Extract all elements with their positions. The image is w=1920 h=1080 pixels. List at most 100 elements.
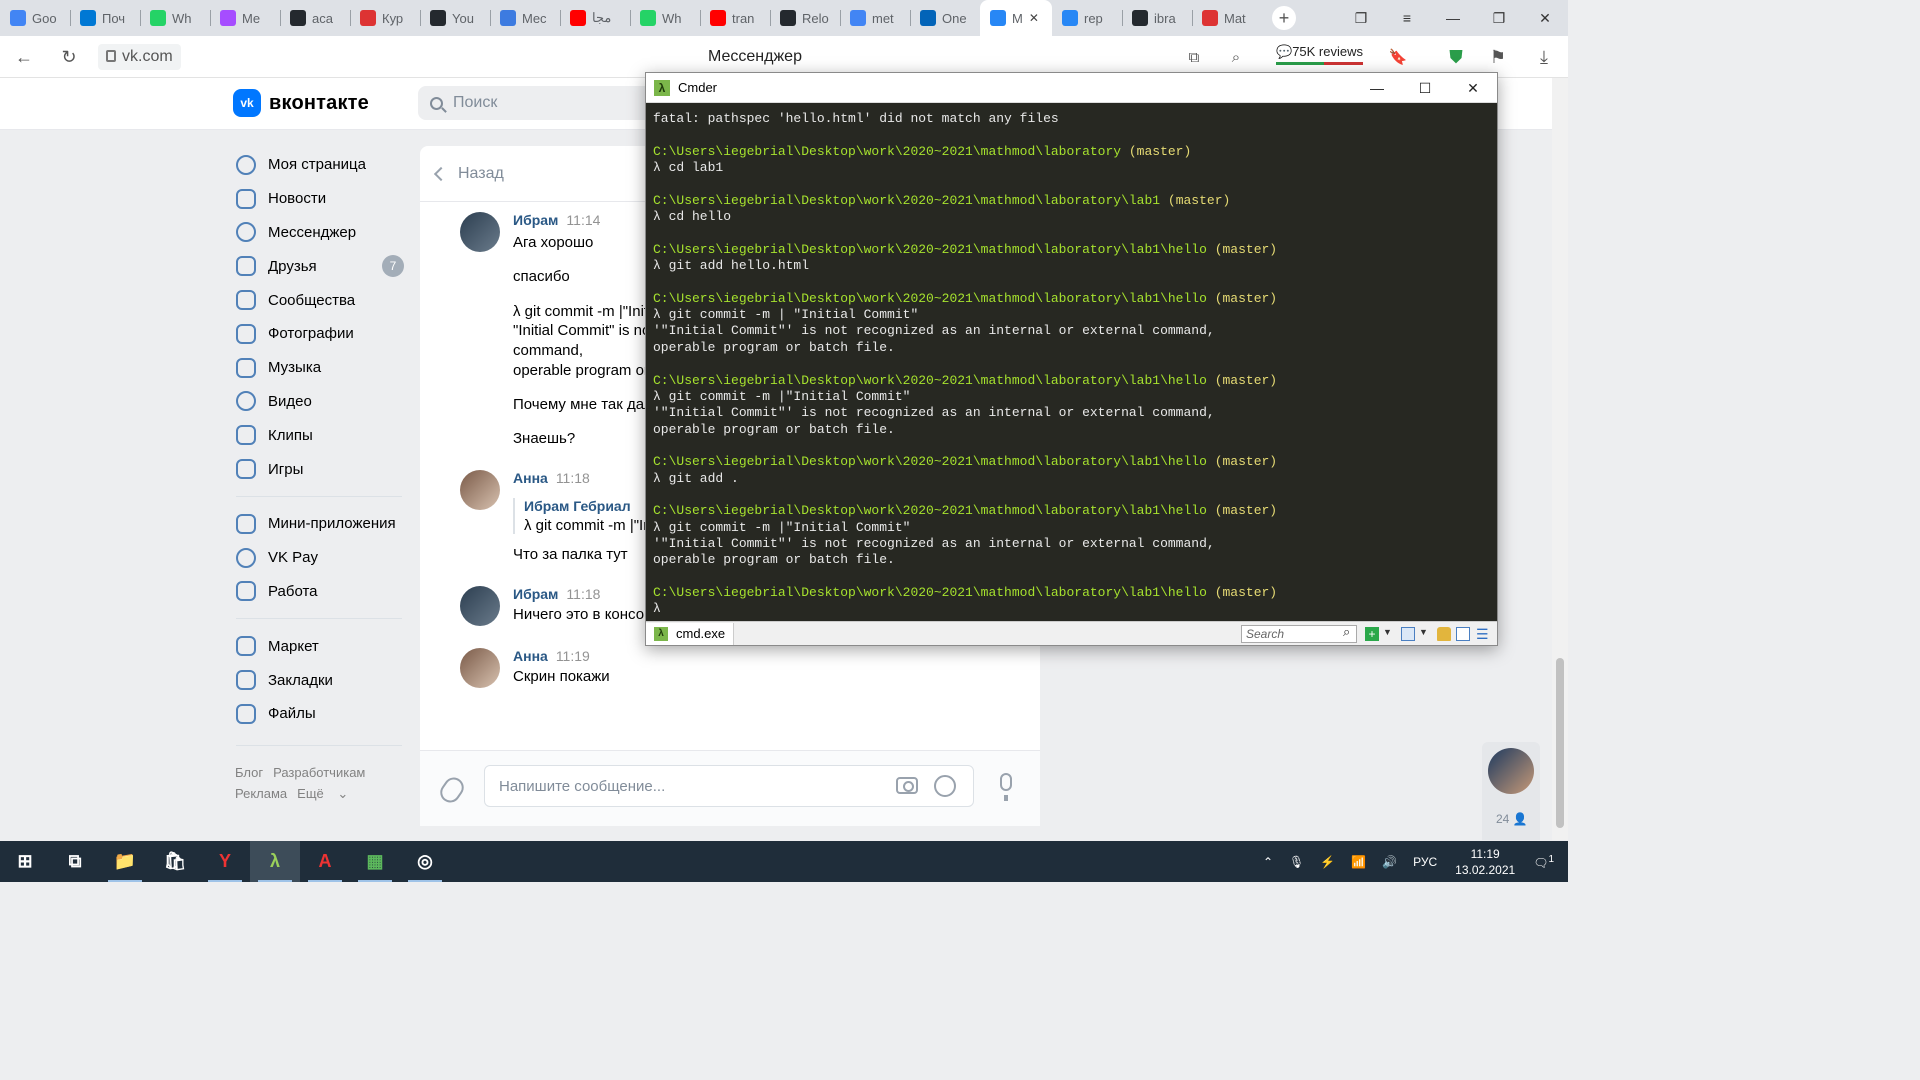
menu-item-groups[interactable]: Сообщества: [230, 283, 410, 317]
battery-icon[interactable]: ⚡: [1320, 855, 1335, 869]
microphone-icon[interactable]: [1000, 773, 1012, 801]
footer-dev-link[interactable]: Разработчикам: [273, 765, 365, 780]
clock[interactable]: 11:19 13.02.2021: [1455, 846, 1515, 878]
avatar[interactable]: [460, 586, 500, 626]
split-view-icon[interactable]: [1401, 627, 1415, 641]
console-search-input[interactable]: [1241, 625, 1357, 643]
browser-tab[interactable]: You: [420, 0, 490, 36]
menu-item-clips[interactable]: Клипы: [230, 418, 410, 452]
menu-item-bookmark[interactable]: Закладки: [230, 663, 410, 697]
user-avatar[interactable]: [1488, 748, 1534, 794]
emoji-icon[interactable]: [934, 775, 956, 797]
browser-tab[interactable]: Wh: [140, 0, 210, 36]
notifications-icon[interactable]: 🗨1: [1533, 854, 1554, 870]
menu-item-vkpay[interactable]: VK Pay: [230, 541, 410, 575]
microphone-icon[interactable]: 🎙: [1289, 855, 1304, 869]
online-friends-widget[interactable]: 24 👤: [1482, 742, 1540, 840]
author-name[interactable]: Анна: [513, 648, 548, 664]
zoom-icon[interactable]: ⌕: [1222, 44, 1250, 70]
close-tab-icon[interactable]: ✕: [1029, 11, 1039, 25]
author-name[interactable]: Ибрам: [513, 586, 558, 602]
browser-tab[interactable]: rep: [1052, 0, 1122, 36]
browser-tab[interactable]: Mat: [1192, 0, 1262, 36]
camera-icon[interactable]: [896, 777, 918, 794]
browser-tab[interactable]: tran: [700, 0, 770, 36]
menu-item-message[interactable]: Мессенджер: [230, 216, 410, 250]
browser-tab[interactable]: Кур: [350, 0, 420, 36]
volume-icon[interactable]: 🔊: [1382, 855, 1397, 869]
reviews-badge[interactable]: 💬75K reviews: [1276, 44, 1363, 65]
lock-icon[interactable]: [1437, 627, 1451, 641]
task-view-icon[interactable]: ⧉: [50, 841, 100, 882]
menu-item-news[interactable]: Новости: [230, 182, 410, 216]
acrobat-icon[interactable]: A: [300, 841, 350, 882]
menu-item-photo[interactable]: Фотографии: [230, 317, 410, 351]
cmder-titlebar[interactable]: λ Cmder — ☐ ✕: [646, 73, 1497, 103]
menu-item-user[interactable]: Моя страница: [230, 148, 410, 182]
browser-tab[interactable]: Wh: [630, 0, 700, 36]
browser-tab[interactable]: Relo: [770, 0, 840, 36]
language-indicator[interactable]: РУС: [1413, 855, 1437, 869]
spreadsheet-icon[interactable]: ▦: [350, 841, 400, 882]
chevron-up-icon[interactable]: ⌃: [1263, 855, 1273, 869]
cmder-icon[interactable]: λ: [250, 841, 300, 882]
avatar[interactable]: [460, 648, 500, 688]
new-console-icon[interactable]: +: [1365, 627, 1379, 641]
scrollbar-thumb[interactable]: [1556, 658, 1564, 828]
new-tab-button[interactable]: +: [1272, 6, 1296, 30]
footer-blog-link[interactable]: Блог: [235, 765, 263, 780]
console-output[interactable]: fatal: pathspec 'hello.html' did not mat…: [646, 104, 1497, 622]
shield-extension-icon[interactable]: ⛊: [1442, 44, 1470, 70]
search-input[interactable]: [453, 94, 633, 112]
footer-more-link[interactable]: Ещё ⌄: [297, 786, 358, 801]
cmder-minimize-button[interactable]: —: [1353, 73, 1401, 103]
browser-tab[interactable]: aca: [280, 0, 350, 36]
browser-tab[interactable]: Поч: [70, 0, 140, 36]
minimize-button[interactable]: —: [1430, 10, 1476, 26]
avatar[interactable]: [460, 212, 500, 252]
download-icon[interactable]: ⤓: [1530, 44, 1558, 70]
console-tab[interactable]: λ cmd.exe: [646, 622, 735, 645]
dropdown-arrow-icon[interactable]: ▼: [1419, 627, 1433, 641]
close-window-button[interactable]: ✕: [1522, 10, 1568, 27]
author-name[interactable]: Ибрам: [513, 212, 558, 228]
cmder-close-button[interactable]: ✕: [1449, 73, 1497, 103]
menu-item-market[interactable]: Маркет: [230, 629, 410, 663]
browser-tab[interactable]: مجا: [560, 0, 630, 36]
windows-start-icon[interactable]: ⊞: [0, 841, 50, 882]
browser-tab[interactable]: M ✕: [980, 0, 1052, 36]
menu-item-games[interactable]: Игры: [230, 452, 410, 486]
footer-ads-link[interactable]: Реклама: [235, 786, 287, 801]
browser-tab[interactable]: Mec: [490, 0, 560, 36]
browser-tab[interactable]: One: [910, 0, 980, 36]
menu-item-video[interactable]: Видео: [230, 385, 410, 419]
browser-tab[interactable]: Goo: [0, 0, 70, 36]
bookmark-icon[interactable]: 🔖: [1384, 44, 1412, 70]
obs-icon[interactable]: ◎: [400, 841, 450, 882]
author-name[interactable]: Анна: [513, 470, 548, 486]
restore-button[interactable]: ❐: [1476, 10, 1522, 27]
dropdown-arrow-icon[interactable]: ▼: [1383, 627, 1397, 641]
share-icon[interactable]: ⧉: [1180, 44, 1208, 70]
yandex-browser-icon[interactable]: Y: [200, 841, 250, 882]
wifi-icon[interactable]: 📶: [1351, 855, 1366, 869]
menu-item-apps[interactable]: Мини-приложения: [230, 507, 410, 541]
menu-item-work[interactable]: Работа: [230, 575, 410, 609]
file-explorer-icon[interactable]: 📁: [100, 841, 150, 882]
menu-item-friends[interactable]: Друзья 7: [230, 249, 410, 283]
hamburger-menu-icon[interactable]: ☰: [1476, 627, 1490, 641]
menu-icon[interactable]: ≡: [1384, 10, 1430, 26]
paperclip-icon[interactable]: [436, 773, 468, 807]
store-icon[interactable]: 🛍: [150, 841, 200, 882]
cmder-maximize-button[interactable]: ☐: [1401, 73, 1449, 103]
avatar[interactable]: [460, 470, 500, 510]
browser-tab[interactable]: met: [840, 0, 910, 36]
page-scrollbar[interactable]: [1552, 78, 1568, 840]
vk-logo[interactable]: vk вконтакте: [233, 89, 369, 117]
menu-item-music[interactable]: Музыка: [230, 351, 410, 385]
extensions-icon[interactable]: ⚑: [1484, 44, 1512, 70]
tab-search-icon[interactable]: ❐: [1338, 10, 1384, 27]
menu-item-file[interactable]: Файлы: [230, 697, 410, 731]
panel-view-icon[interactable]: [1456, 627, 1470, 641]
search-icon[interactable]: ⌕: [1343, 624, 1350, 640]
